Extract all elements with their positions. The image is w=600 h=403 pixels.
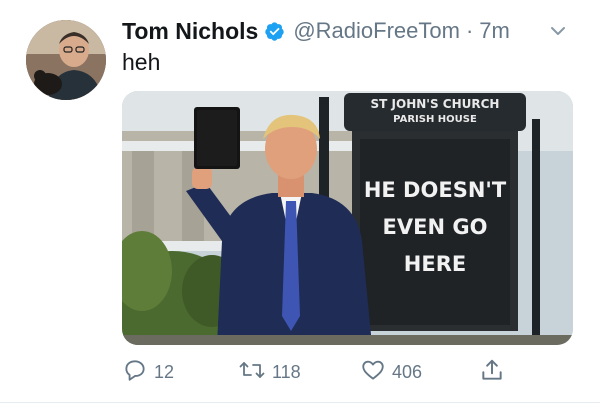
reply-icon xyxy=(122,357,148,388)
like-button[interactable]: 406 xyxy=(360,356,422,388)
tweet-text: heh xyxy=(122,49,161,75)
sign-subheader-text: PARISH HOUSE xyxy=(393,114,477,125)
chevron-down-icon[interactable] xyxy=(548,21,568,46)
retweet-count: 118 xyxy=(272,361,301,382)
retweet-icon xyxy=(238,357,266,388)
share-button[interactable] xyxy=(479,356,505,388)
like-icon xyxy=(360,357,386,388)
sign-message-line-2: EVEN GO xyxy=(383,215,488,239)
verified-badge-icon xyxy=(264,21,285,42)
sign-message-line-3: HERE xyxy=(404,252,466,276)
tweet-media[interactable]: ST JOHN'S CHURCH PARISH HOUSE HE DOESN'T… xyxy=(122,91,573,345)
author-handle[interactable]: @RadioFreeTom xyxy=(293,18,460,44)
tweet-actions: 12 118 406 xyxy=(122,356,522,388)
share-icon xyxy=(479,357,505,388)
tweet-timestamp[interactable]: 7m xyxy=(479,18,510,44)
avatar-image xyxy=(26,20,106,100)
sign-message-line-1: HE DOESN'T xyxy=(364,178,507,202)
display-name[interactable]: Tom Nichols xyxy=(122,18,258,45)
author-avatar[interactable] xyxy=(26,20,106,100)
separator-dot: · xyxy=(465,18,474,43)
like-count: 406 xyxy=(392,361,423,382)
reply-count: 12 xyxy=(154,361,175,382)
retweet-button[interactable]: 118 xyxy=(238,356,301,388)
sign-header-text: ST JOHN'S CHURCH xyxy=(371,97,500,111)
reply-button[interactable]: 12 xyxy=(122,356,174,388)
media-image: ST JOHN'S CHURCH PARISH HOUSE HE DOESN'T… xyxy=(122,91,573,345)
tweet-header: Tom Nichols @RadioFreeTom · 7m xyxy=(122,14,572,48)
